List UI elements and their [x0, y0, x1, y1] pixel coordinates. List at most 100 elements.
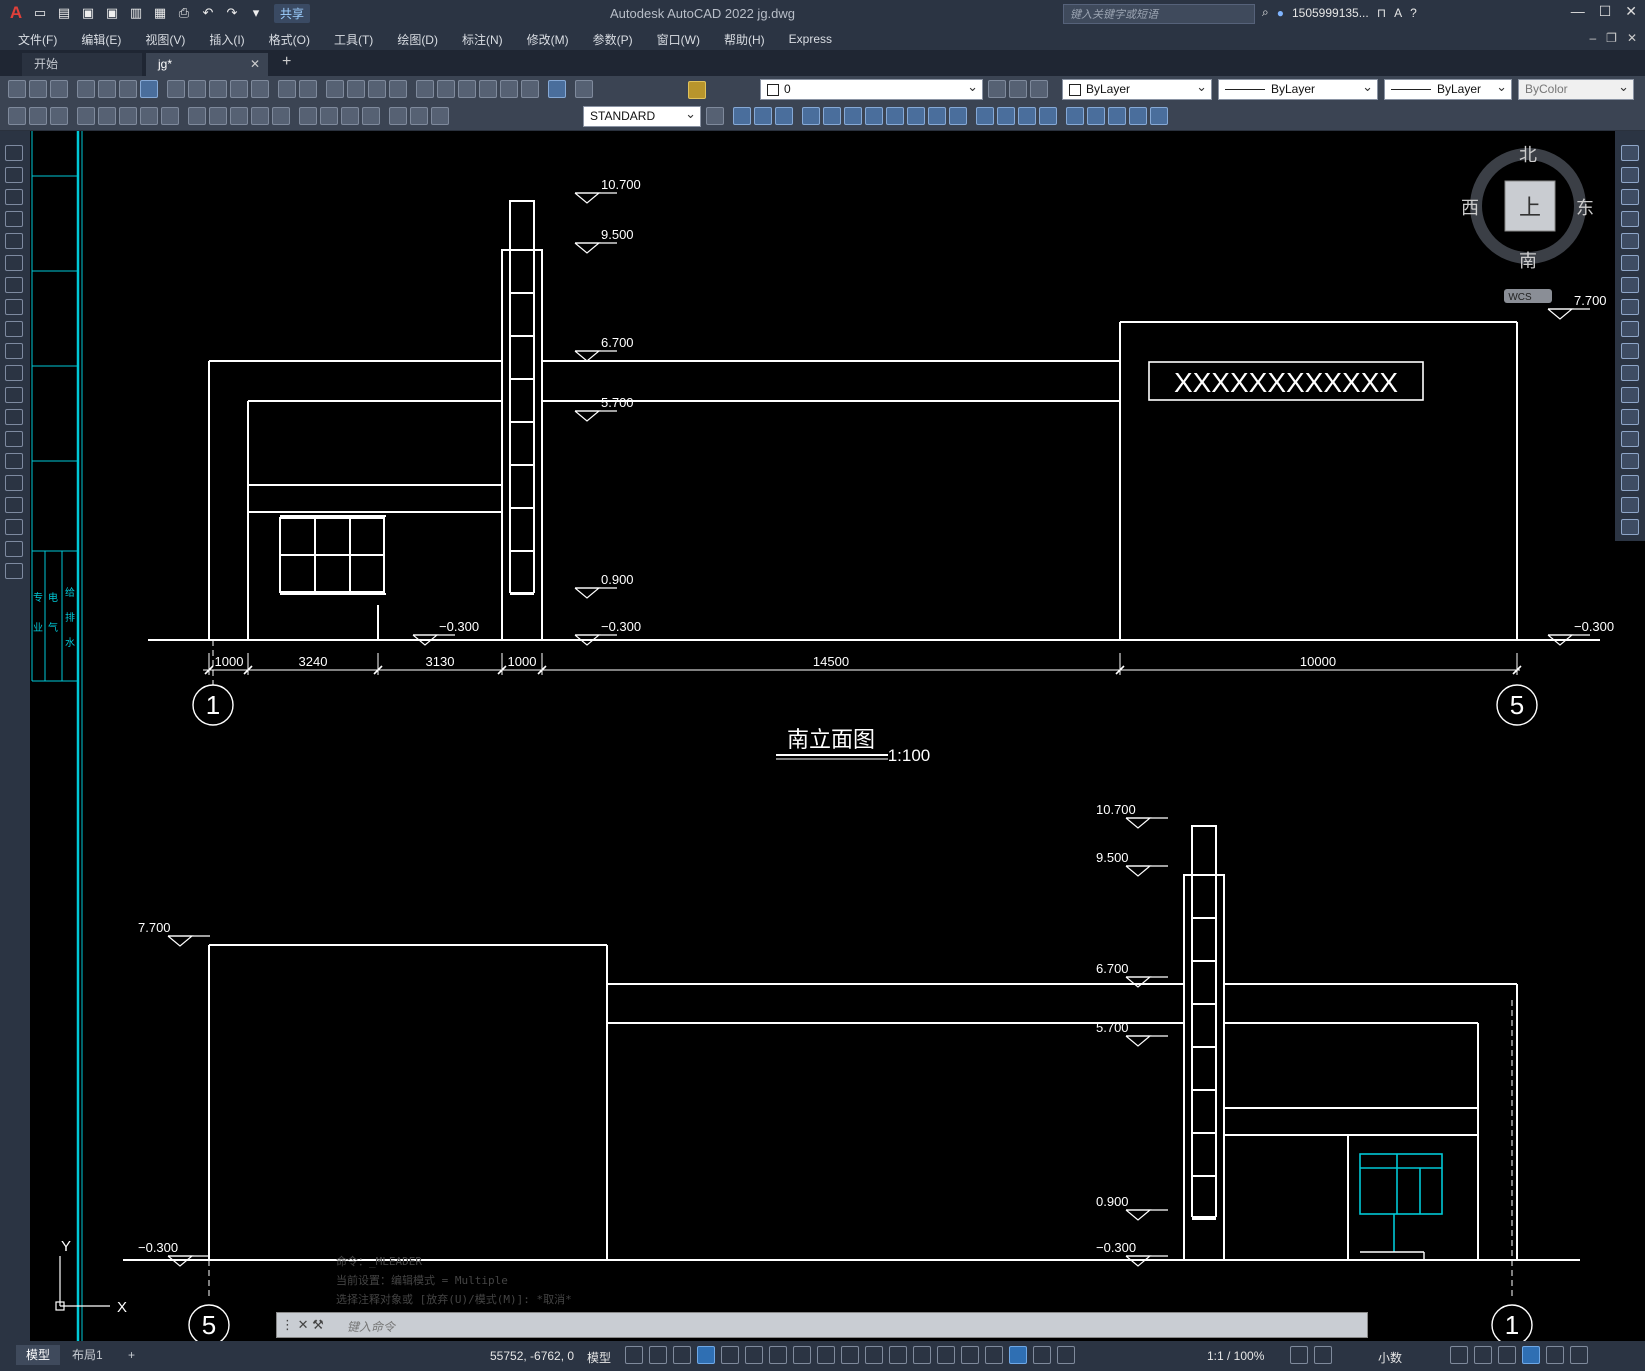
annotation-visibility-icon[interactable] — [1009, 1346, 1027, 1364]
add-selected-icon[interactable] — [5, 563, 23, 579]
layer-dropdown[interactable]: 0 — [760, 77, 983, 100]
dim-break-icon[interactable] — [272, 107, 290, 125]
maximize-icon[interactable]: ☐ — [1599, 3, 1612, 20]
join-icon[interactable] — [1621, 431, 1639, 447]
shell-icon[interactable] — [1108, 107, 1126, 125]
menu-window[interactable]: 窗口(W) — [645, 31, 712, 48]
separate-icon[interactable] — [1087, 107, 1105, 125]
zoom-window-icon[interactable] — [368, 80, 386, 98]
new-tab-button[interactable]: + — [282, 53, 291, 71]
ellipse-icon[interactable] — [5, 343, 23, 359]
menu-draw[interactable]: 绘图(D) — [385, 31, 450, 48]
help-icon[interactable]: ? — [1410, 6, 1417, 20]
dimstyle-dropdown[interactable]: STANDARD — [583, 104, 701, 127]
jogged-linear-icon[interactable] — [362, 107, 380, 125]
break-point-icon[interactable] — [1621, 387, 1639, 403]
customize-icon[interactable] — [1570, 1346, 1588, 1364]
paste-icon[interactable] — [209, 80, 227, 98]
menu-format[interactable]: 格式(O) — [257, 31, 322, 48]
arc-icon[interactable] — [5, 255, 23, 271]
menu-dimension[interactable]: 标注(N) — [450, 31, 515, 48]
rectangle-icon[interactable] — [5, 233, 23, 249]
dimstyle-manager-icon[interactable] — [706, 107, 724, 125]
calculator-icon[interactable] — [521, 80, 539, 98]
cut-icon[interactable] — [167, 80, 185, 98]
scale-icon[interactable] — [1621, 299, 1639, 315]
tab-jg[interactable]: jg* ✕ — [146, 53, 268, 76]
stretch-icon[interactable] — [1621, 321, 1639, 337]
properties-icon[interactable] — [416, 80, 434, 98]
graphics-performance-icon[interactable] — [1522, 1346, 1540, 1364]
dim-baseline-icon[interactable] — [209, 107, 227, 125]
center-mark-icon[interactable] — [320, 107, 338, 125]
minimize-icon[interactable]: — — [1571, 3, 1585, 20]
add-layout-icon[interactable]: + — [118, 1345, 145, 1365]
explode-object-icon[interactable] — [1621, 519, 1639, 535]
insert-block-icon[interactable] — [5, 387, 23, 403]
rotate-3d-icon[interactable] — [928, 107, 946, 125]
design-center-icon[interactable] — [437, 80, 455, 98]
move-3d-icon[interactable] — [844, 107, 862, 125]
chamfer-icon[interactable] — [1621, 453, 1639, 469]
break-icon[interactable] — [1621, 409, 1639, 425]
copy-object-icon[interactable] — [1621, 167, 1639, 183]
menu-insert[interactable]: 插入(I) — [197, 31, 256, 48]
dim-radius-icon[interactable] — [98, 107, 116, 125]
mtext-icon[interactable] — [5, 541, 23, 557]
dim-diameter-icon[interactable] — [140, 107, 158, 125]
tab-close-icon[interactable]: ✕ — [250, 53, 260, 76]
redo-tool-icon[interactable] — [299, 80, 317, 98]
publish-tool-icon[interactable] — [119, 80, 137, 98]
doc-minimize-icon[interactable]: – — [1589, 31, 1596, 45]
save-tool-icon[interactable] — [50, 80, 68, 98]
workspace-icon[interactable] — [1290, 1346, 1308, 1364]
viewcube-south[interactable]: 南 — [1519, 251, 1537, 271]
dim-aligned-icon[interactable] — [29, 107, 47, 125]
dim-ordinate-icon[interactable] — [77, 107, 95, 125]
annotation-scale-value[interactable]: 1:1 / 100% — [1207, 1349, 1264, 1363]
mirror-icon[interactable] — [1621, 189, 1639, 205]
pan-icon[interactable] — [326, 80, 344, 98]
command-close-icon[interactable]: ⋮ ✕ ⚒ — [281, 1317, 324, 1333]
group-edit-icon[interactable] — [775, 107, 793, 125]
ellipse-arc-icon[interactable] — [5, 365, 23, 381]
tool-palettes-icon[interactable] — [458, 80, 476, 98]
block-editor-icon[interactable] — [251, 80, 269, 98]
auto-scale-icon[interactable] — [1033, 1346, 1051, 1364]
publish-icon[interactable]: ▦ — [150, 3, 170, 23]
line-icon[interactable] — [5, 145, 23, 161]
object-snap-tracking-icon[interactable] — [793, 1346, 811, 1364]
infer-constraints-icon[interactable] — [673, 1346, 691, 1364]
command-line[interactable]: ⋮ ✕ ⚒ 键入命令 — [276, 1312, 1368, 1338]
qat-dropdown-icon[interactable]: ▾ — [246, 3, 266, 23]
doc-close-icon[interactable]: ✕ — [1627, 31, 1637, 45]
lineweight-dropdown[interactable]: ByLayer — [1384, 77, 1512, 100]
menu-tools[interactable]: 工具(T) — [322, 31, 385, 48]
layer-on-icon[interactable] — [688, 81, 706, 99]
copy-clip-icon[interactable] — [823, 107, 841, 125]
explode-icon[interactable] — [865, 107, 883, 125]
extrude-face-icon[interactable] — [997, 107, 1015, 125]
sheet-set-icon[interactable] — [479, 80, 497, 98]
print-icon[interactable]: ⎙ — [174, 3, 194, 23]
dim-jogged-icon[interactable] — [119, 107, 137, 125]
taper-face-icon[interactable] — [1018, 107, 1036, 125]
array-icon[interactable] — [802, 107, 820, 125]
units-value[interactable]: 小数 — [1378, 1349, 1402, 1366]
viewcube-north[interactable]: 北 — [1519, 145, 1537, 165]
dim-angular-icon[interactable] — [161, 107, 179, 125]
autodesk-app-icon[interactable]: A — [1394, 6, 1402, 20]
space-toggle[interactable]: 模型 — [587, 1349, 611, 1366]
inspection-icon[interactable] — [341, 107, 359, 125]
export-icon[interactable]: ▥ — [126, 3, 146, 23]
tab-model[interactable]: 模型 — [16, 1345, 61, 1365]
region-icon[interactable] — [5, 497, 23, 513]
web-icon[interactable] — [140, 80, 158, 98]
clean-icon[interactable] — [1150, 107, 1168, 125]
construction-line-icon[interactable] — [5, 167, 23, 183]
gizmo-icon[interactable] — [985, 1346, 1003, 1364]
new-file-icon[interactable]: ▭ — [30, 3, 50, 23]
drawing-canvas[interactable]: 专业 电气 给排水 XXXXXXXXXXXX 10.700 9.500 6.700 5.… — [30, 131, 1615, 1341]
zoom-previous-icon[interactable] — [389, 80, 407, 98]
lock-ui-icon[interactable] — [1474, 1346, 1492, 1364]
